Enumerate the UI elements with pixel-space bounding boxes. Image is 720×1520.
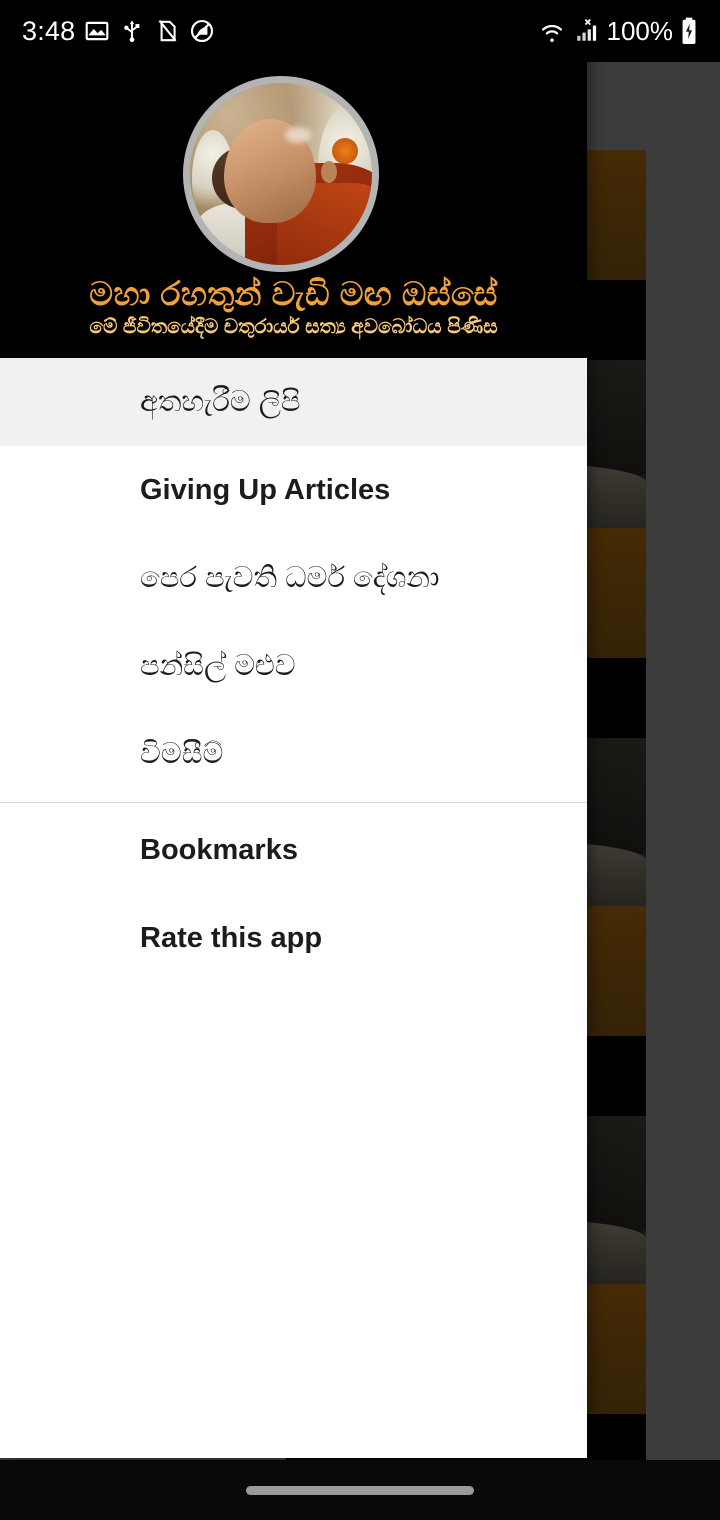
- phone-screen: දිවයින ශ්‍රී ලංකා ලිපි මාලාවක් ඇසුරින් ර…: [0, 0, 720, 1520]
- navigation-drawer: මහා රහතුන් වැඩි මඟ ඔස්සේ මේ ජීවිතයේදීම ච…: [0, 0, 587, 1458]
- drawer-menu: අතහැරීම ලිපි Giving Up Articles පෙර පැවත…: [0, 358, 587, 982]
- menu-item-giving-up-articles-en[interactable]: Giving Up Articles: [0, 446, 587, 534]
- system-navigation-bar: [0, 1460, 720, 1520]
- usb-icon: [124, 20, 140, 43]
- cellular-signal-no-service-icon: [576, 18, 596, 41]
- battery-percent-label: 100%: [606, 15, 674, 46]
- no-sim-card-icon: [158, 20, 177, 42]
- menu-item-label: Rate this app: [140, 921, 323, 954]
- photo-icon: [85, 21, 109, 41]
- menu-divider: [0, 802, 587, 803]
- status-bar-clock: 3:48: [22, 15, 76, 46]
- home-gesture-pill[interactable]: [246, 1485, 474, 1495]
- do-not-disturb-icon: [191, 19, 214, 43]
- menu-item-label: Giving Up Articles: [140, 473, 391, 506]
- battery-charging-icon: [682, 17, 696, 45]
- menu-item-bookmarks[interactable]: Bookmarks: [0, 806, 587, 894]
- menu-item-pansil-maluwa[interactable]: පන්සිල් මළුව: [0, 622, 587, 710]
- menu-item-previous-dhamma-sermons[interactable]: පෙර පැවති ධර්ම දේශනා: [0, 534, 587, 622]
- wifi-icon: [541, 24, 562, 43]
- menu-item-label: පන්සිල් මළුව: [140, 649, 296, 682]
- menu-item-inquiries[interactable]: විමසීම්: [0, 710, 587, 798]
- menu-item-giving-up-articles-si[interactable]: අතහැරීම ලිපි: [0, 358, 587, 446]
- avatar: [183, 76, 379, 272]
- drawer-subtitle: මේ ජීවිතයේදීම චතුරාර්ය සත්‍ය අවබෝධය පිණි…: [89, 316, 498, 338]
- drawer-title: මහා රහතුන් වැඩි මඟ ඔස්සේ: [89, 275, 498, 312]
- menu-item-label: විමසීම්: [140, 737, 224, 770]
- menu-item-label: පෙර පැවති ධර්ම දේශනා: [140, 561, 440, 594]
- status-bar: 3:48 100%: [0, 0, 720, 62]
- menu-item-label: අතහැරීම ලිපි: [140, 385, 301, 418]
- menu-item-rate-this-app[interactable]: Rate this app: [0, 894, 587, 982]
- menu-item-label: Bookmarks: [140, 833, 298, 866]
